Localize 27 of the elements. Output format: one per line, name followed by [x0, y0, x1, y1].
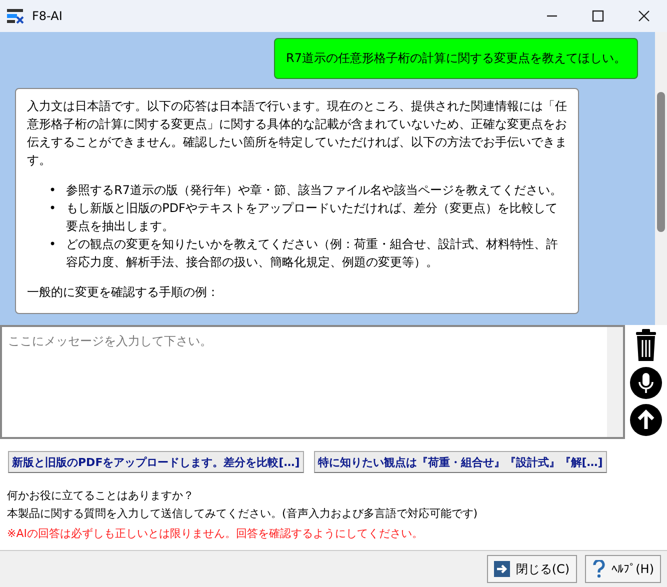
window-title: F8-AI	[32, 9, 62, 23]
info-text: 本製品に関する質問を入力して送信してみてください。(音声入力および多言語で対応可能です)	[7, 506, 479, 522]
help-button[interactable]: ﾍﾙﾌﾟ(H)	[584, 555, 661, 583]
answer-bullet: 参照するR7道示の版（発行年）や章・節、該当ファイル名や該当ページを教えてください。	[66, 182, 564, 199]
info-text: 何かお役に立てることはありますか？	[7, 488, 195, 504]
scrollbar[interactable]	[655, 32, 667, 325]
trash-icon[interactable]	[634, 328, 658, 362]
bullet-marker: •	[49, 236, 56, 253]
answer-paragraph: 一般的に変更を確認する手順の例：	[27, 284, 220, 301]
bullet-marker: •	[49, 182, 56, 199]
suggestion-button[interactable]: 新版と旧版のPDFをアップロードします。差分を比較[…]	[8, 451, 304, 473]
close-button[interactable]: 閉じる(C)	[486, 555, 577, 583]
close-icon[interactable]	[638, 10, 650, 22]
user-message: R7道示の任意形格子桁の計算に関する変更点を教えてほしい。	[274, 38, 638, 79]
app-logo-icon	[6, 8, 24, 24]
answer-paragraph: 入力文は日本語です。以下の応答は日本語で行います。現在のところ、提供された関連情報には「任意形格子桁の計算に関する変更点」に関する具体的な記載が含まれていないため、正確な変更点をお伝えすることができません。確認したい箇所を特定していただければ、以下の方法でお手伝いできます。	[27, 98, 567, 169]
microphone-icon[interactable]	[630, 366, 662, 399]
suggestion-button[interactable]: 特に知りたい観点は『荷重・組合せ』『設計式』『解[…]	[314, 451, 607, 473]
scrollbar[interactable]	[607, 327, 623, 437]
warning-text: ※AIの回答は必ずしも正しいとは限りません。回答を確認するようにしてください。	[7, 526, 424, 542]
question-mark-icon	[592, 560, 606, 578]
maximize-icon[interactable]	[592, 10, 604, 22]
exit-arrow-icon	[494, 561, 510, 577]
bullet-marker: •	[49, 200, 56, 217]
answer-bullet: もし新版と旧版のPDFやテキストをアップロードいただければ、差分（変更点）を比較して要点を抽出します。	[66, 200, 558, 235]
message-input-field[interactable]: ここにメッセージを入力して下さい。	[0, 325, 625, 439]
answer-bullet: どの観点の変更を知りたいかを教えてください（例：荷重・組合せ、設計式、材料特性、許容応力度、解析手法、接合部の扱い、簡略化規定、例題の変更等）。	[66, 236, 560, 271]
